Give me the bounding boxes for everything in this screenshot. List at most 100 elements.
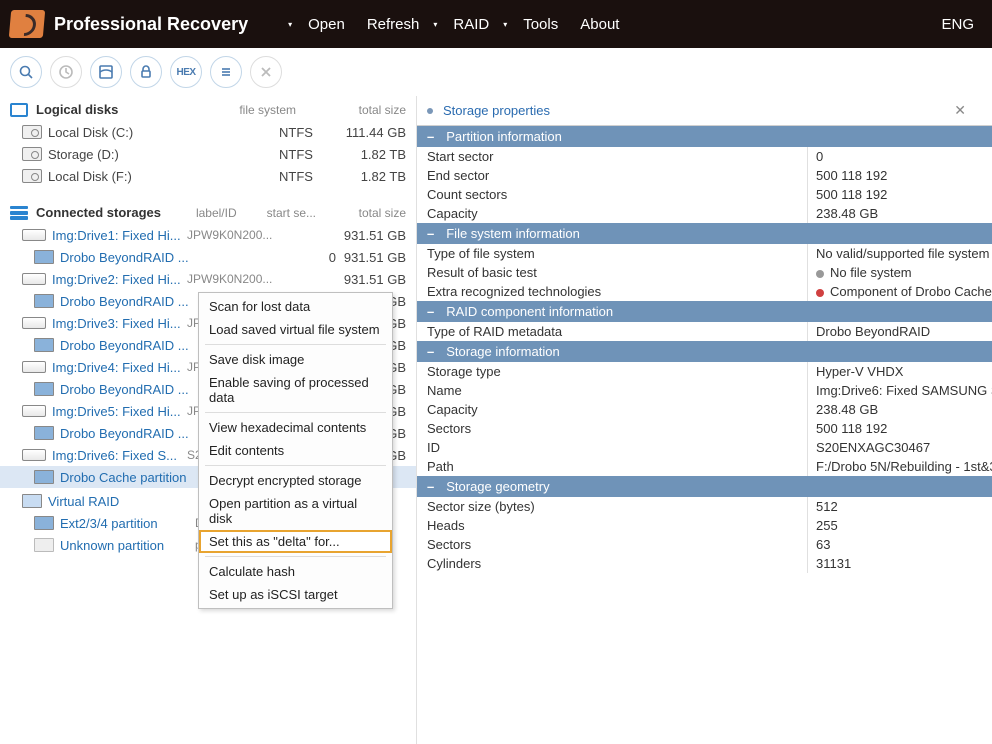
section-title: File system information <box>446 226 580 241</box>
storage-size: 931.51 GB <box>336 228 406 243</box>
prop-value: 500 118 192 <box>807 166 992 185</box>
close-icon <box>258 64 274 80</box>
prop-value: 500 118 192 <box>807 185 992 204</box>
prop-key: Heads <box>417 516 807 535</box>
storage-row[interactable]: Img:Drive2: Fixed Hi... JPW9K0N200... 93… <box>0 268 416 290</box>
prop-key: Sectors <box>417 419 807 438</box>
logical-disk-row[interactable]: Local Disk (F:) NTFS 1.82 TB <box>0 165 416 187</box>
menu-open[interactable]: Open <box>300 16 353 33</box>
properties-tab-title[interactable]: Storage properties <box>443 103 550 118</box>
partition-icon <box>34 250 54 264</box>
status-dot-icon <box>816 289 824 297</box>
prop-key: Count sectors <box>417 185 807 204</box>
drive-icon <box>22 169 42 183</box>
save-icon <box>98 64 114 80</box>
logical-disk-row[interactable]: Local Disk (C:) NTFS 111.44 GB <box>0 121 416 143</box>
prop-key: Storage type <box>417 362 807 381</box>
col-file-system: file system <box>239 103 296 117</box>
context-menu-item[interactable]: Open partition as a virtual disk <box>199 492 392 530</box>
hex-button[interactable]: HEX <box>170 56 202 88</box>
logical-disks-title: Logical disks <box>36 102 118 117</box>
tab-close-button[interactable]: ✕ <box>954 102 966 119</box>
logical-disks-header: Logical disks file system total size <box>0 96 416 121</box>
connected-storages-title: Connected storages <box>36 205 161 220</box>
menu-tools[interactable]: Tools <box>515 16 566 33</box>
monitor-icon <box>10 103 28 117</box>
context-menu-item[interactable]: Enable saving of processed data <box>199 371 392 409</box>
prop-value: F:/Drobo 5N/Rebuilding - 1st&3rd Driv <box>807 457 992 476</box>
disk-icon <box>22 229 46 241</box>
prop-key: Capacity <box>417 204 807 223</box>
storage-name: Img:Drive6: Fixed S... <box>52 448 187 463</box>
virtual-raid-icon <box>22 494 42 508</box>
menu-refresh[interactable]: Refresh <box>359 16 428 33</box>
context-menu-item[interactable]: Set this as "delta" for... <box>199 530 392 553</box>
storage-name: Img:Drive5: Fixed Hi... <box>52 404 187 419</box>
storage-label: JPW9K0N200... <box>187 272 277 286</box>
context-menu-item[interactable]: Load saved virtual file system <box>199 318 392 341</box>
app-title: Professional Recovery <box>54 14 248 35</box>
menu-about[interactable]: About <box>572 16 627 33</box>
context-menu-item[interactable]: Scan for lost data <box>199 295 392 318</box>
context-menu-separator <box>205 344 386 345</box>
section-storage-info[interactable]: –Storage information <box>417 341 992 362</box>
col-start-sector: start se... <box>267 206 316 220</box>
lock-button[interactable] <box>130 56 162 88</box>
prop-key: Sectors <box>417 535 807 554</box>
disk-fs: NTFS <box>256 147 336 162</box>
context-menu: Scan for lost dataLoad saved virtual fil… <box>198 292 393 609</box>
close-button[interactable] <box>250 56 282 88</box>
col-label-id: label/ID <box>196 206 237 220</box>
prop-key: Type of RAID metadata <box>417 322 807 341</box>
storage-child-name: Drobo BeyondRAID ... <box>60 382 195 397</box>
prop-value: 238.48 GB <box>807 204 992 223</box>
top-menu-bar: Professional Recovery ▾ Open Refresh ▾ R… <box>0 0 992 48</box>
dropdown-triangle-icon: ▾ <box>503 20 507 29</box>
context-menu-item[interactable]: Edit contents <box>199 439 392 462</box>
storage-row[interactable]: Img:Drive1: Fixed Hi... JPW9K0N200... 93… <box>0 224 416 246</box>
context-menu-item[interactable]: Calculate hash <box>199 560 392 583</box>
section-title: RAID component information <box>446 304 613 319</box>
logical-disk-row[interactable]: Storage (D:) NTFS 1.82 TB <box>0 143 416 165</box>
section-title: Storage geometry <box>446 479 549 494</box>
prop-value: Hyper-V VHDX <box>807 362 992 381</box>
col-total-size: total size <box>346 103 406 117</box>
drive-icon <box>22 147 42 161</box>
search-button[interactable] <box>10 56 42 88</box>
storage-stack-icon <box>10 206 28 220</box>
section-partition-info[interactable]: –Partition information <box>417 126 992 147</box>
menu-raid[interactable]: RAID <box>445 16 497 33</box>
section-filesystem-info[interactable]: –File system information <box>417 223 992 244</box>
disk-size: 1.82 TB <box>336 169 406 184</box>
context-menu-item[interactable]: Decrypt encrypted storage <box>199 469 392 492</box>
disk-icon <box>22 405 46 417</box>
disk-name: Local Disk (C:) <box>48 125 208 140</box>
clock-button[interactable] <box>50 56 82 88</box>
vraid-item-name: Ext2/3/4 partition <box>60 516 195 531</box>
collapse-icon: – <box>427 344 434 359</box>
prop-value: 512 <box>807 497 992 516</box>
storage-label: JPW9K0N200... <box>187 228 277 242</box>
collapse-icon: – <box>427 304 434 319</box>
partition-icon <box>34 382 54 396</box>
disk-fs: NTFS <box>256 169 336 184</box>
dropdown-triangle-icon: ▾ <box>288 20 292 29</box>
section-storage-geometry[interactable]: –Storage geometry <box>417 476 992 497</box>
context-menu-item[interactable]: View hexadecimal contents <box>199 416 392 439</box>
prop-value: 31131 <box>807 554 992 573</box>
disk-name: Local Disk (F:) <box>48 169 208 184</box>
language-selector[interactable]: ENG <box>933 16 982 33</box>
disk-name: Storage (D:) <box>48 147 208 162</box>
save-button[interactable] <box>90 56 122 88</box>
context-menu-item[interactable]: Set up as iSCSI target <box>199 583 392 606</box>
section-raid-info[interactable]: –RAID component information <box>417 301 992 322</box>
prop-value: 63 <box>807 535 992 554</box>
disk-icon <box>22 273 46 285</box>
storage-child-row[interactable]: Drobo BeyondRAID ... 0 931.51 GB <box>0 246 416 268</box>
disk-size: 111.44 GB <box>336 125 406 140</box>
context-menu-item[interactable]: Save disk image <box>199 348 392 371</box>
disk-icon <box>22 317 46 329</box>
list-button[interactable] <box>210 56 242 88</box>
storage-child-name: Drobo Cache partition <box>60 470 195 485</box>
storage-child-name: Drobo BeyondRAID ... <box>60 250 195 265</box>
